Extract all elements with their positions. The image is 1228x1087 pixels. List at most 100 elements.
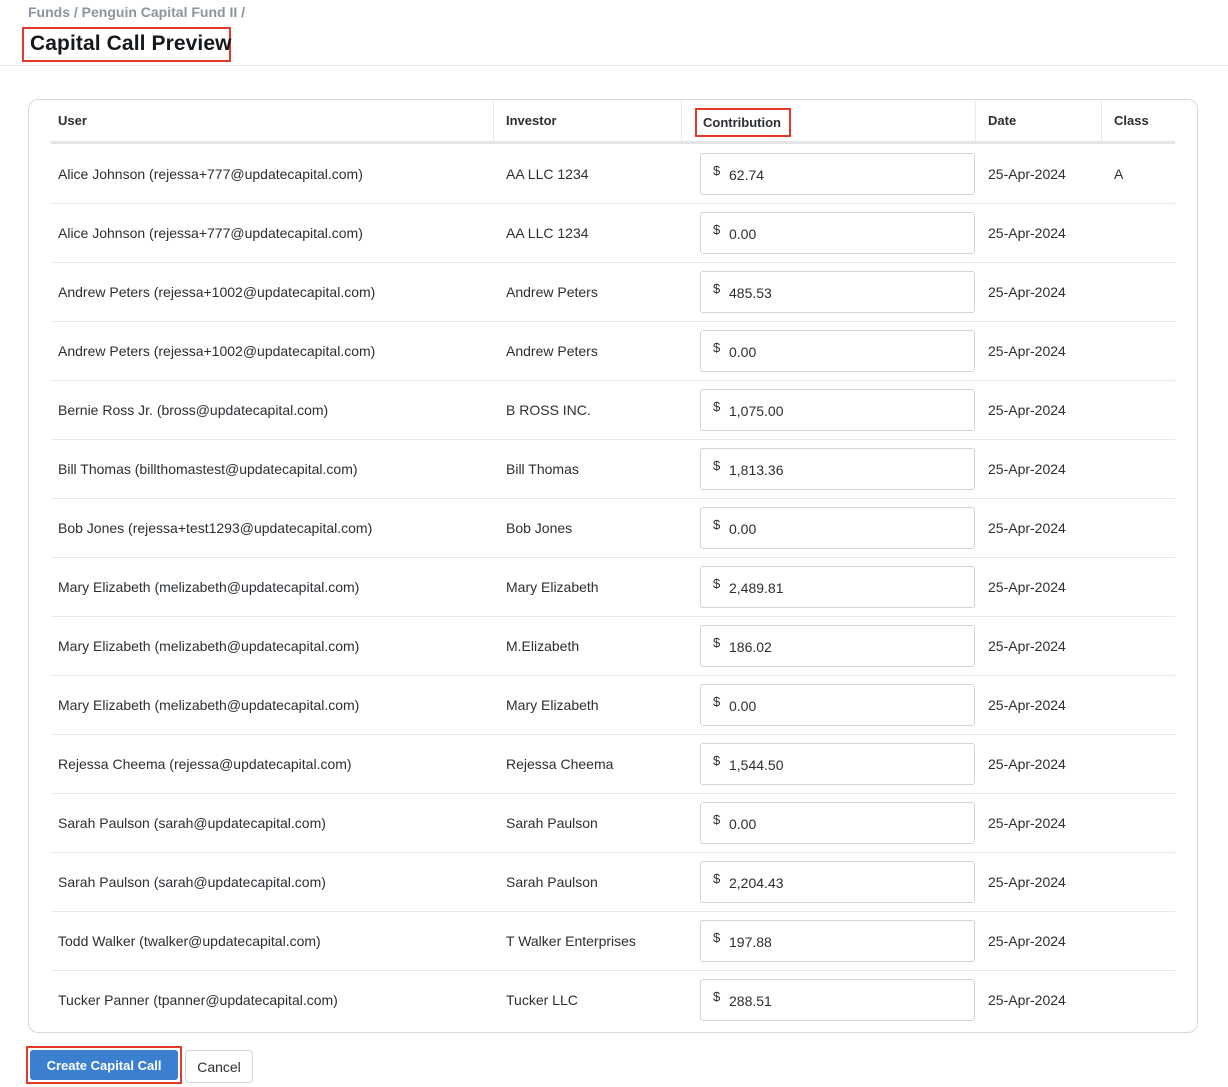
table-row: Mary Elizabeth (melizabeth@updatecapital… — [51, 558, 1175, 617]
investor-cell: Rejessa Cheema — [506, 756, 614, 772]
contribution-input[interactable]: $2,204.43 — [700, 861, 975, 903]
contribution-input[interactable]: $485.53 — [700, 271, 975, 313]
date-cell: 25-Apr-2024 — [988, 225, 1066, 241]
user-cell: Bob Jones (rejessa+test1293@updatecapita… — [58, 520, 373, 536]
investor-cell: Mary Elizabeth — [506, 579, 599, 595]
contribution-value: 2,489.81 — [729, 580, 784, 596]
table-row: Alice Johnson (rejessa+777@updatecapital… — [51, 204, 1175, 263]
class-cell — [1114, 558, 1164, 616]
contribution-input[interactable]: $62.74 — [700, 153, 975, 195]
page-title: Capital Call Preview — [30, 32, 232, 55]
table-row: Tucker Panner (tpanner@updatecapital.com… — [51, 971, 1175, 1030]
user-cell: Mary Elizabeth (melizabeth@updatecapital… — [58, 638, 360, 654]
date-cell: 25-Apr-2024 — [988, 284, 1066, 300]
class-cell — [1114, 853, 1164, 911]
currency-symbol: $ — [713, 399, 721, 414]
date-cell: 25-Apr-2024 — [988, 992, 1066, 1008]
user-cell: Bernie Ross Jr. (bross@updatecapital.com… — [58, 402, 329, 418]
investor-cell: Andrew Peters — [506, 343, 598, 359]
investor-cell: Sarah Paulson — [506, 815, 598, 831]
currency-symbol: $ — [713, 340, 721, 355]
date-cell: 25-Apr-2024 — [988, 343, 1066, 359]
page-header: Funds / Penguin Capital Fund II / Capita… — [0, 0, 1228, 66]
contribution-value: 2,204.43 — [729, 875, 784, 891]
contribution-input[interactable]: $0.00 — [700, 330, 975, 372]
contribution-value: 0.00 — [729, 816, 757, 832]
investor-cell: Bob Jones — [506, 520, 573, 536]
class-cell — [1114, 676, 1164, 734]
table-row: Andrew Peters (rejessa+1002@updatecapita… — [51, 263, 1175, 322]
currency-symbol: $ — [713, 163, 721, 178]
table-row: Alice Johnson (rejessa+777@updatecapital… — [51, 145, 1175, 204]
breadcrumb-funds-link[interactable]: Funds — [28, 4, 70, 20]
create-capital-call-button[interactable]: Create Capital Call — [30, 1050, 178, 1080]
column-header-user: User — [58, 113, 87, 128]
currency-symbol: $ — [713, 458, 721, 473]
contribution-input[interactable]: $288.51 — [700, 979, 975, 1021]
contribution-input[interactable]: $1,075.00 — [700, 389, 975, 431]
date-cell: 25-Apr-2024 — [988, 697, 1066, 713]
user-cell: Alice Johnson (rejessa+777@updatecapital… — [58, 166, 363, 182]
contribution-value: 197.88 — [729, 934, 772, 950]
contribution-value: 485.53 — [729, 285, 772, 301]
date-cell: 25-Apr-2024 — [988, 815, 1066, 831]
breadcrumb-fund-link[interactable]: Penguin Capital Fund II — [82, 4, 238, 20]
date-cell: 25-Apr-2024 — [988, 933, 1066, 949]
column-header-contribution-label: Contribution — [703, 115, 781, 130]
currency-symbol: $ — [713, 989, 721, 1004]
currency-symbol: $ — [713, 812, 721, 827]
class-cell — [1114, 204, 1164, 262]
date-cell: 25-Apr-2024 — [988, 638, 1066, 654]
contribution-value: 0.00 — [729, 344, 757, 360]
class-cell — [1114, 263, 1164, 321]
contribution-input[interactable]: $1,813.36 — [700, 448, 975, 490]
table-header: User Investor Date Class Contribution — [51, 100, 1175, 144]
date-cell: 25-Apr-2024 — [988, 874, 1066, 890]
class-cell — [1114, 381, 1164, 439]
currency-symbol: $ — [713, 753, 721, 768]
table-row: Todd Walker (twalker@updatecapital.com) T… — [51, 912, 1175, 971]
contribution-input[interactable]: $0.00 — [700, 802, 975, 844]
user-cell: Sarah Paulson (sarah@updatecapital.com) — [58, 815, 326, 831]
currency-symbol: $ — [713, 871, 721, 886]
investor-cell: M.Elizabeth — [506, 638, 580, 654]
investor-cell: AA LLC 1234 — [506, 225, 589, 241]
user-cell: Mary Elizabeth (melizabeth@updatecapital… — [58, 697, 360, 713]
contribution-input[interactable]: $0.00 — [700, 507, 975, 549]
contribution-value: 0.00 — [729, 226, 757, 242]
user-cell: Tucker Panner (tpanner@updatecapital.com… — [58, 992, 338, 1008]
contribution-input[interactable]: $0.00 — [700, 212, 975, 254]
class-cell — [1114, 794, 1164, 852]
contribution-input[interactable]: $1,544.50 — [700, 743, 975, 785]
table-row: Sarah Paulson (sarah@updatecapital.com) S… — [51, 794, 1175, 853]
investor-cell: B ROSS INC. — [506, 402, 591, 418]
currency-symbol: $ — [713, 517, 721, 532]
class-cell — [1114, 912, 1164, 970]
contribution-input[interactable]: $186.02 — [700, 625, 975, 667]
investor-cell: Sarah Paulson — [506, 874, 598, 890]
class-cell — [1114, 735, 1164, 793]
capital-call-table-card: User Investor Date Class Contribution Al… — [28, 99, 1198, 1033]
table-row: Sarah Paulson (sarah@updatecapital.com) S… — [51, 853, 1175, 912]
investor-cell: T Walker Enterprises — [506, 933, 636, 949]
user-cell: Mary Elizabeth (melizabeth@updatecapital… — [58, 579, 360, 595]
contribution-input[interactable]: $0.00 — [700, 684, 975, 726]
date-cell: 25-Apr-2024 — [988, 461, 1066, 477]
contribution-input[interactable]: $197.88 — [700, 920, 975, 962]
user-cell: Bill Thomas (billthomastest@updatecapita… — [58, 461, 358, 477]
class-cell: A — [1114, 166, 1124, 182]
breadcrumb-trailing-separator: / — [237, 4, 246, 20]
user-cell: Rejessa Cheema (rejessa@updatecapital.co… — [58, 756, 352, 772]
contribution-header-highlight: Contribution — [695, 108, 791, 137]
contribution-value: 62.74 — [729, 167, 765, 183]
investor-cell: Andrew Peters — [506, 284, 598, 300]
currency-symbol: $ — [713, 576, 721, 591]
column-header-date: Date — [975, 100, 1113, 141]
date-cell: 25-Apr-2024 — [988, 520, 1066, 536]
column-header-class: Class — [1101, 100, 1188, 141]
contribution-input[interactable]: $2,489.81 — [700, 566, 975, 608]
cancel-button[interactable]: Cancel — [185, 1050, 253, 1083]
investor-cell: Mary Elizabeth — [506, 697, 599, 713]
create-button-highlight: Create Capital Call — [26, 1046, 182, 1084]
table-row: Mary Elizabeth (melizabeth@updatecapital… — [51, 676, 1175, 735]
